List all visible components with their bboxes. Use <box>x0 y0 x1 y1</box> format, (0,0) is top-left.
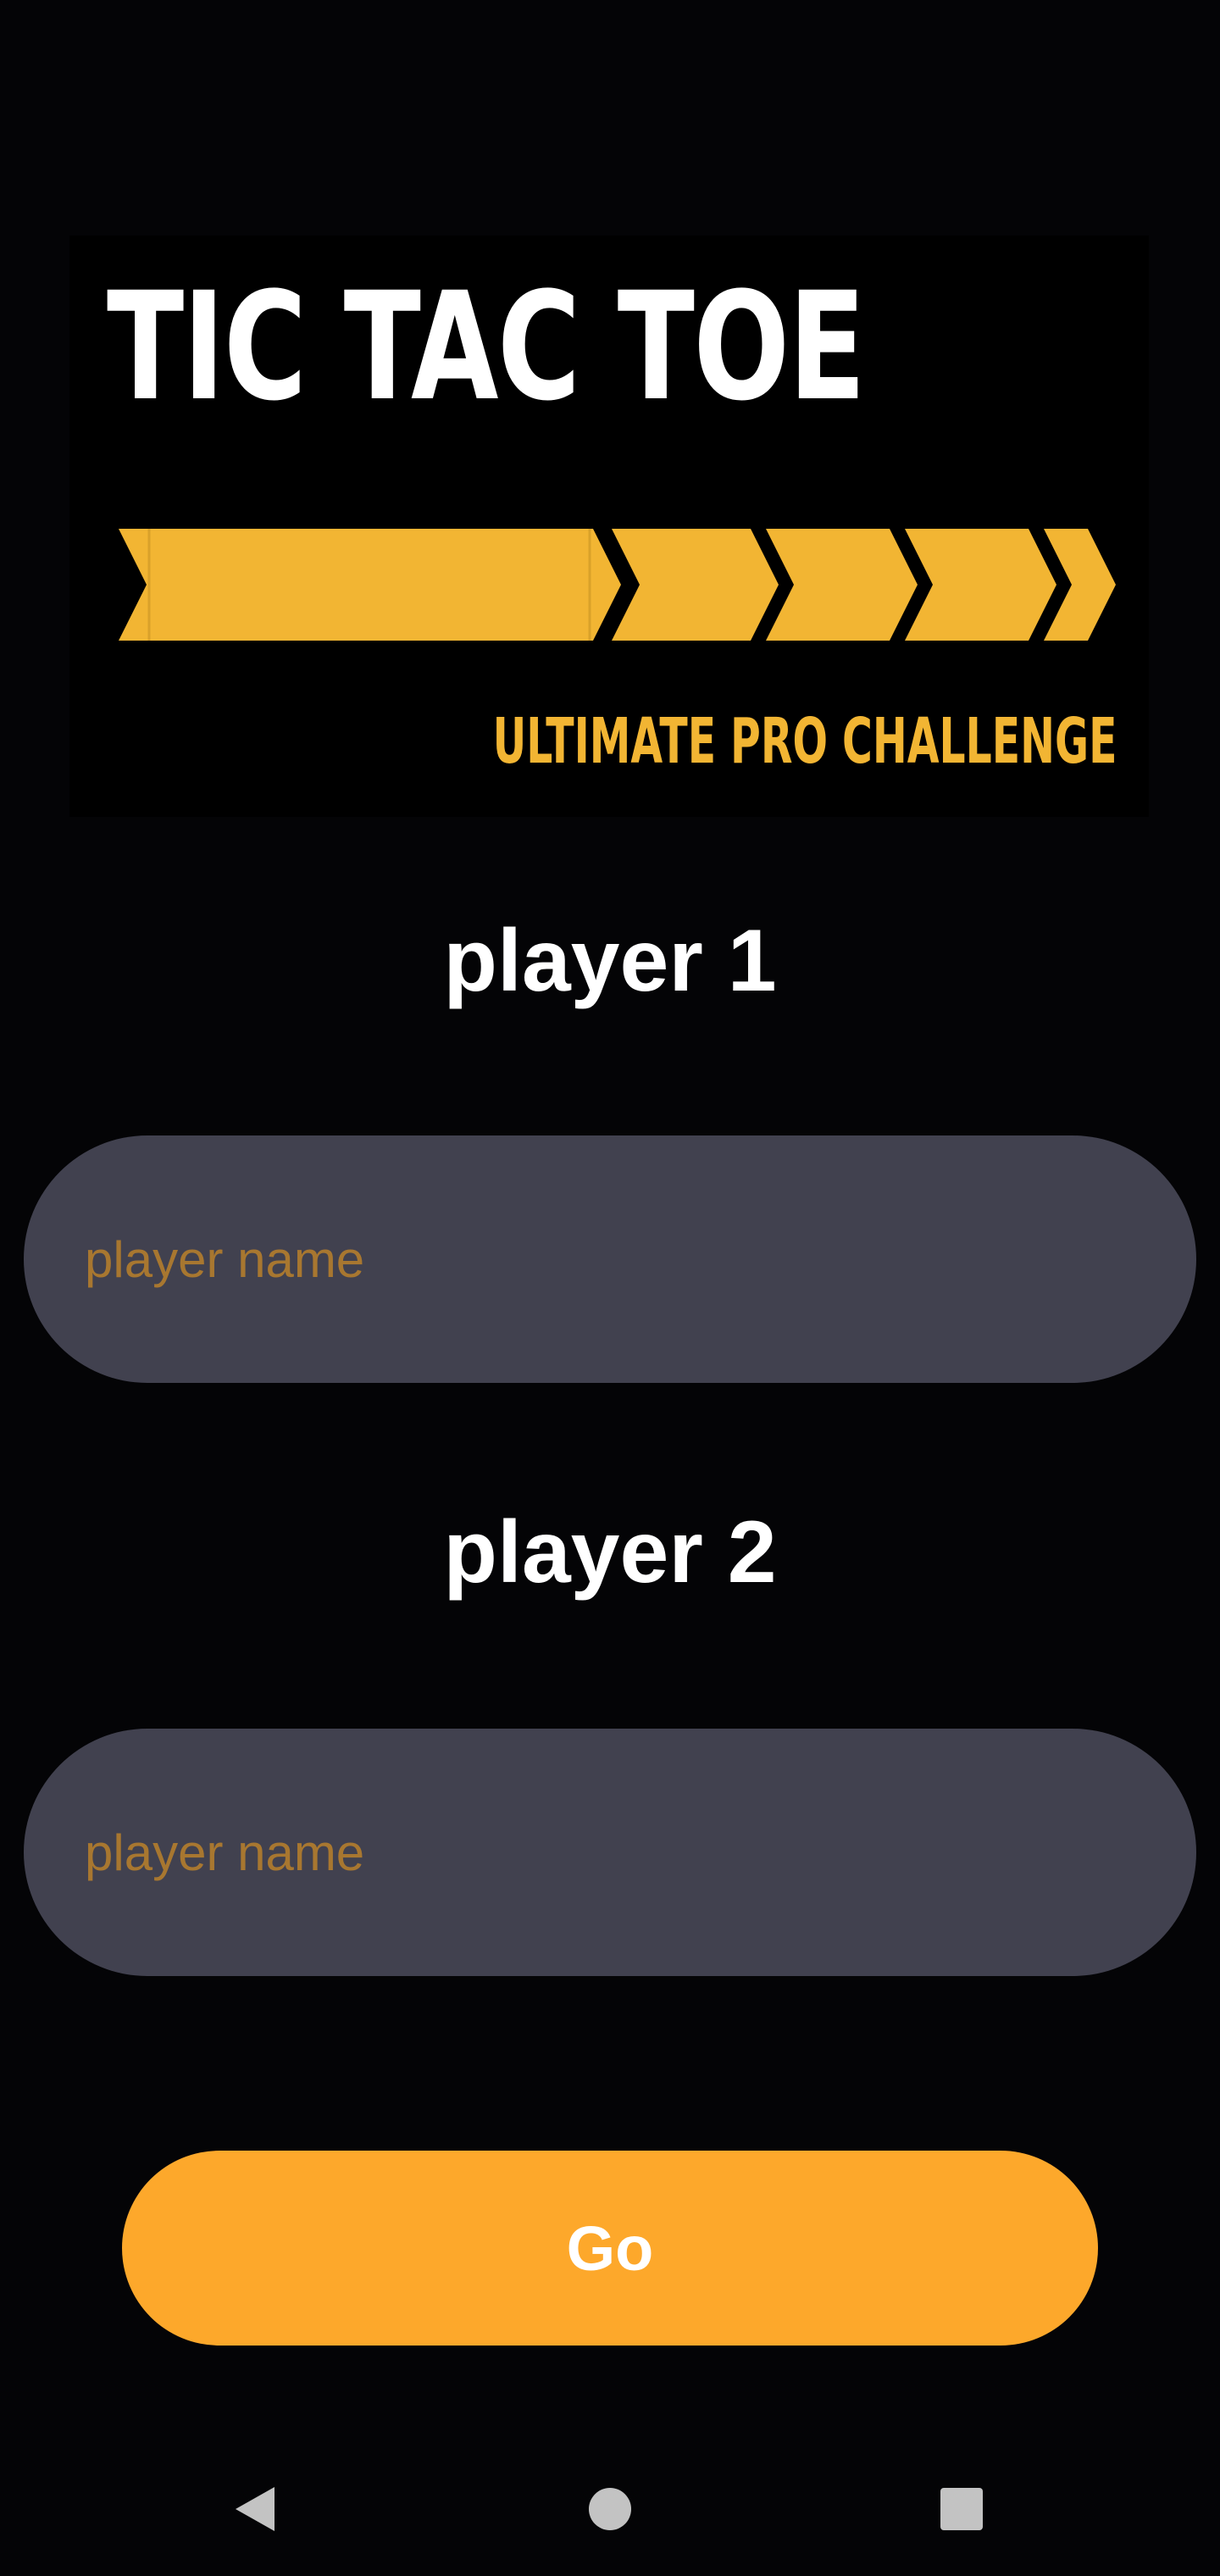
player-1-label: player 1 <box>443 912 777 1010</box>
home-circle-icon <box>589 2488 631 2530</box>
chevron-arrows-icon <box>119 529 1116 641</box>
player-1-name-input[interactable] <box>85 1230 1135 1289</box>
player-2-name-field[interactable] <box>24 1729 1196 1976</box>
back-triangle-icon <box>236 2487 274 2531</box>
nav-back-button[interactable] <box>217 2471 293 2547</box>
nav-recents-button[interactable] <box>923 2471 1000 2547</box>
player-1-name-field[interactable] <box>24 1135 1196 1383</box>
nav-home-button[interactable] <box>572 2471 648 2547</box>
logo-subtitle: ULTIMATE PRO CHALLENGE <box>492 705 1117 778</box>
go-button[interactable]: Go <box>122 2151 1098 2346</box>
logo-title: TIC TAC TOE <box>107 260 866 434</box>
player-2-label: player 2 <box>443 1503 777 1602</box>
player-2-name-input[interactable] <box>85 1823 1135 1882</box>
app-logo: TIC TAC TOE ULTIMATE PRO CHALLENGE <box>69 236 1149 817</box>
system-navigation-bar <box>0 2440 1220 2576</box>
recents-square-icon <box>940 2488 983 2530</box>
